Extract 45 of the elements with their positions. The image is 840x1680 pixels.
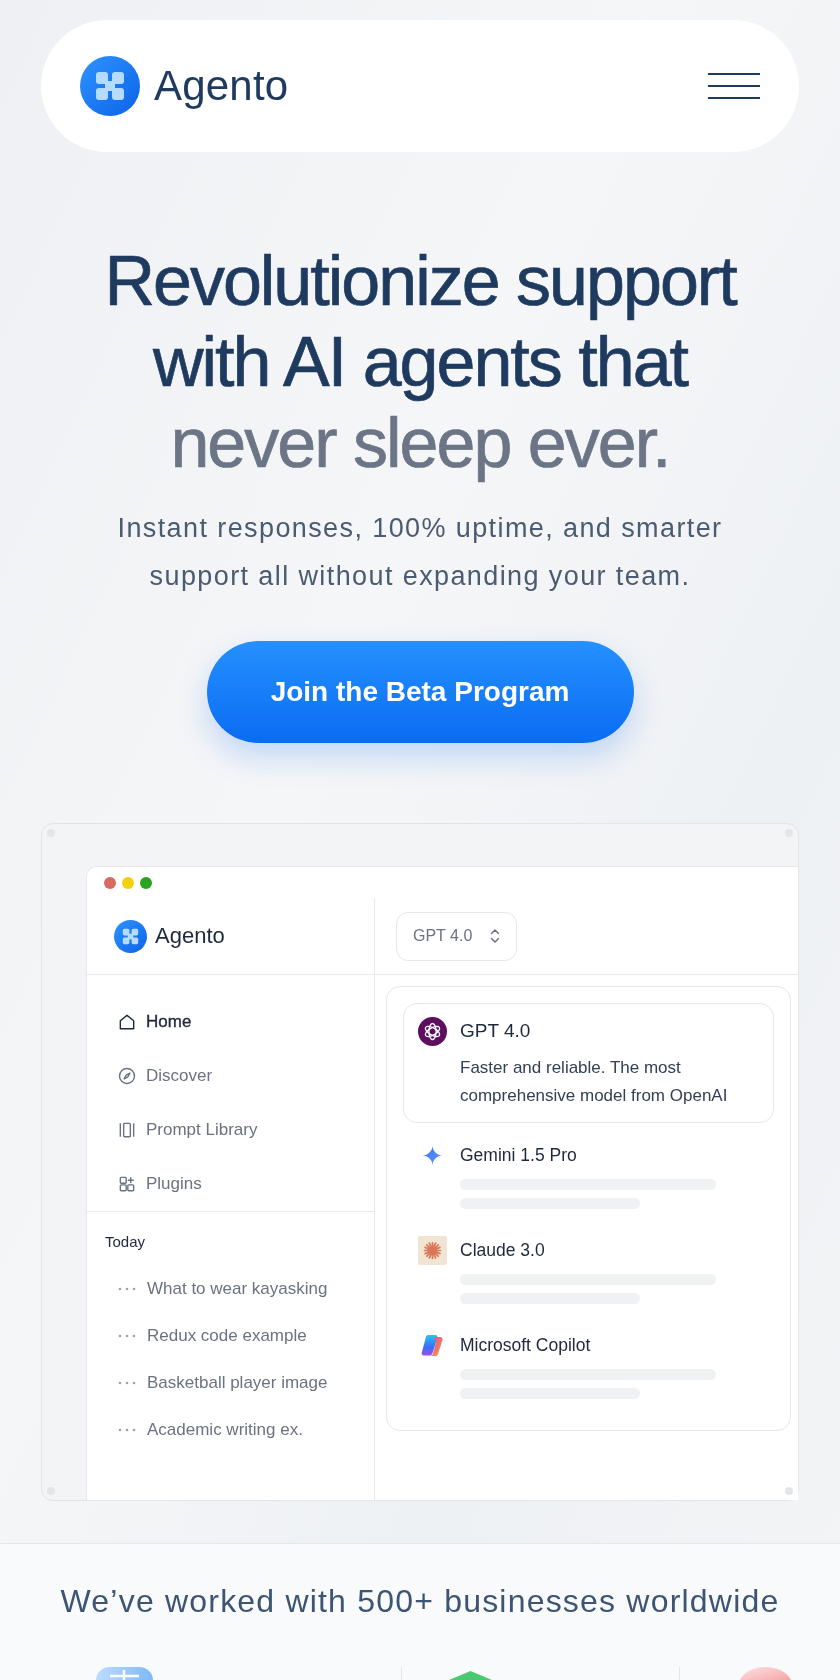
- model-name: Claude 3.0: [460, 1239, 545, 1261]
- join-beta-button[interactable]: Join the Beta Program: [206, 641, 634, 743]
- clients-heading: We’ve worked with 500+ businesses worldwide: [59, 1582, 781, 1621]
- menu-icon[interactable]: [708, 73, 760, 99]
- model-option[interactable]: Gemini 1.5 Pro: [403, 1127, 774, 1222]
- nav-item[interactable]: Discover: [87, 1049, 374, 1103]
- nav-item[interactable]: Plugins: [87, 1157, 374, 1211]
- dots-icon: [118, 1333, 136, 1338]
- hero-subtitle: Instant responses, 100% uptime, and smarter support all without expanding your team.: [116, 512, 724, 593]
- corner-dot-icon: [785, 1487, 793, 1495]
- model-name: GPT 4.0: [460, 1020, 531, 1042]
- grid-plus-icon: [117, 1174, 137, 1194]
- app-name: Agento: [155, 923, 225, 949]
- dots-icon: [118, 1380, 136, 1385]
- close-dot-icon[interactable]: [104, 876, 116, 889]
- chat-history-item[interactable]: Basketball player image: [87, 1359, 374, 1406]
- chat-history-item[interactable]: What to wear kayasking: [87, 1265, 374, 1312]
- dots-icon: [118, 1427, 136, 1432]
- model-option[interactable]: GPT 4.0 Faster and reliable. The most comprehensive model from OpenAI: [403, 1003, 774, 1123]
- model-description: Faster and reliable. The most comprehensive model from OpenAI: [460, 1057, 729, 1107]
- client-logo-icon: [449, 1671, 492, 1680]
- client-logo-icon: [740, 1667, 791, 1680]
- model-picker-button[interactable]: GPT 4.0: [396, 911, 517, 961]
- updown-chevron-icon: [490, 928, 500, 944]
- zoom-dot-icon[interactable]: [140, 876, 152, 889]
- hero-headline: Revolutionize support with AI agents that never sleep ever.: [103, 241, 738, 484]
- model-name: Gemini 1.5 Pro: [460, 1144, 577, 1166]
- logo-icon: [80, 56, 140, 116]
- panels-icon: [117, 1120, 137, 1140]
- logo-icon: [114, 919, 147, 953]
- compass-icon: [117, 1066, 137, 1086]
- minimize-dot-icon[interactable]: [122, 876, 134, 889]
- knot-icon: [418, 1016, 447, 1046]
- dots-icon: [118, 1286, 136, 1291]
- brand-name: Agento: [154, 61, 289, 111]
- model-option[interactable]: Microsoft Copilot: [403, 1317, 774, 1412]
- asterisk-icon: [418, 1235, 447, 1265]
- nav-item[interactable]: Prompt Library: [87, 1103, 374, 1157]
- chat-history-item[interactable]: Redux code example: [87, 1312, 374, 1359]
- chat-history-item[interactable]: Academic writing ex.: [87, 1406, 374, 1453]
- model-name: Microsoft Copilot: [460, 1334, 591, 1356]
- home-icon: [117, 1012, 137, 1032]
- section-heading: Today: [105, 1232, 146, 1252]
- model-option[interactable]: Claude 3.0: [403, 1222, 774, 1317]
- nav-item[interactable]: Home: [87, 995, 374, 1049]
